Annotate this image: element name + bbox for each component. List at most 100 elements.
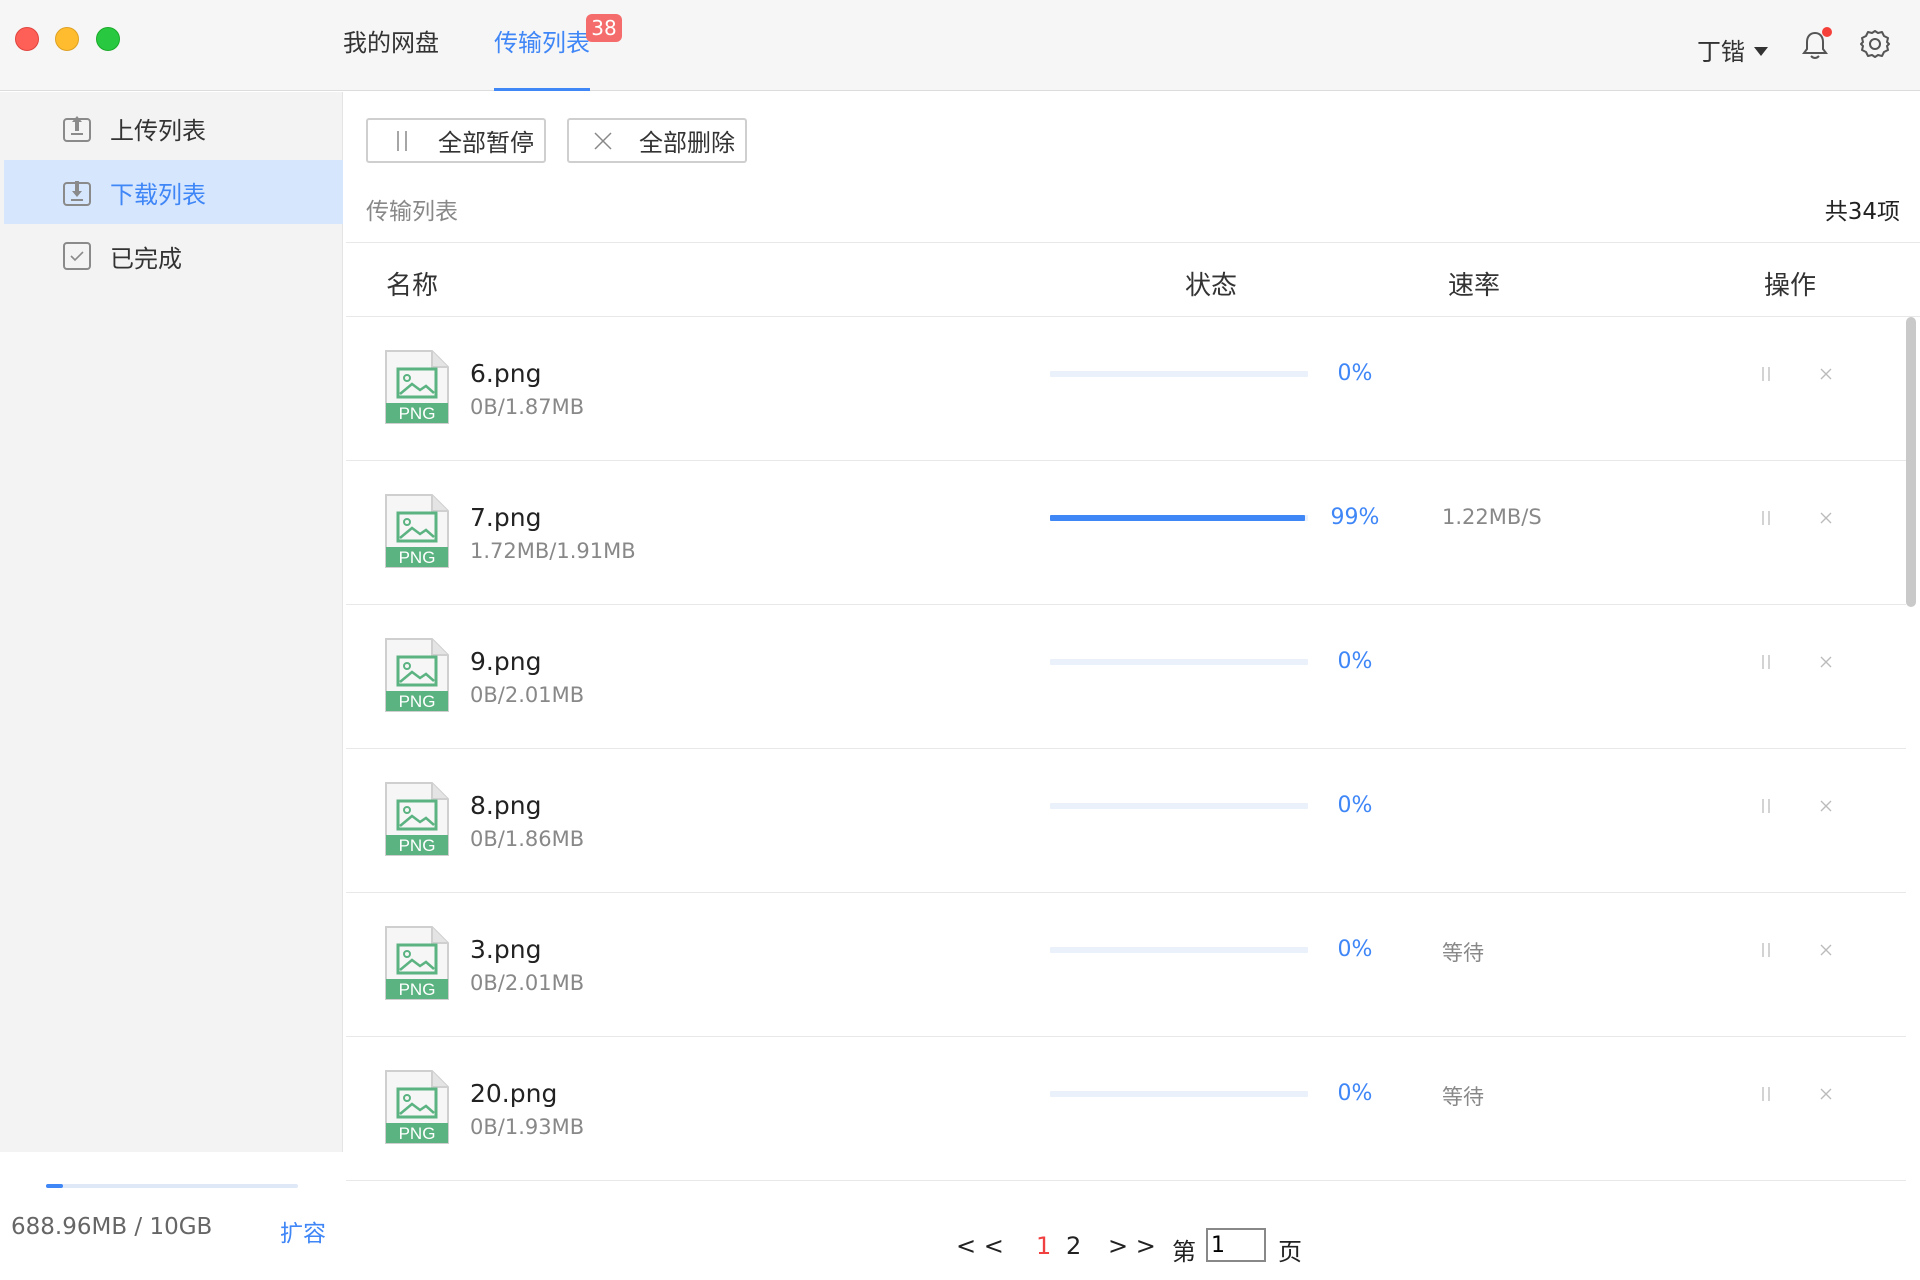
table-row[interactable]: PNG 8.png 0B/1.86MB 0% — [346, 749, 1906, 893]
storage-usage-text: 688.96MB / 10GB — [11, 1214, 213, 1240]
sidebar-item-upload[interactable]: 上传列表 — [4, 96, 343, 160]
next-page-button[interactable]: > > — [1108, 1232, 1156, 1260]
transfer-rate: 等待 — [1442, 941, 1484, 965]
caret-down-icon — [1754, 47, 1768, 56]
expand-storage-link[interactable]: 扩容 — [280, 1214, 326, 1248]
transfer-list: PNG 6.png 0B/1.87MB 0% PNG 7.png 1.72MB/1.91MB… — [346, 317, 1906, 1212]
sidebar-item-label: 已完成 — [110, 244, 182, 273]
png-file-icon: PNG — [385, 926, 449, 1000]
user-name: 丁锴 — [1697, 38, 1745, 66]
column-rate-header: 速率 — [1448, 271, 1501, 301]
file-name: 3.png — [470, 935, 542, 964]
close-icon[interactable] — [1818, 941, 1834, 959]
delete-all-button[interactable]: 全部删除 — [567, 118, 747, 163]
pause-icon[interactable] — [1758, 653, 1774, 671]
minimize-window-button[interactable] — [55, 27, 79, 51]
table-row[interactable]: PNG — [346, 1181, 1906, 1212]
list-title: 传输列表 — [366, 199, 458, 225]
file-size: 0B/2.01MB — [470, 971, 585, 995]
close-icon[interactable] — [1818, 653, 1834, 671]
sidebar: 上传列表 下载列表 已完成 688.96MB / 10GB 扩容 — [0, 92, 343, 1280]
progress-percent: 0% — [1337, 793, 1373, 818]
top-nav: 我的网盘 传输列表 38 — [343, 0, 645, 91]
pause-icon[interactable] — [1758, 941, 1774, 959]
file-name: 20.png — [470, 1079, 558, 1108]
table-row[interactable]: PNG 3.png 0B/2.01MB 0% 等待 — [346, 893, 1906, 1037]
sidebar-list: 上传列表 下载列表 已完成 — [4, 96, 343, 288]
file-size: 0B/1.93MB — [470, 1115, 585, 1139]
pause-all-button[interactable]: 全部暂停 — [366, 118, 546, 163]
pause-icon[interactable] — [1758, 797, 1774, 815]
check-icon — [63, 242, 91, 270]
close-icon[interactable] — [1818, 365, 1834, 383]
table-row[interactable]: PNG 6.png 0B/1.87MB 0% — [346, 317, 1906, 461]
file-name: 7.png — [470, 503, 542, 532]
png-file-icon: PNG — [385, 1070, 449, 1144]
prev-page-button[interactable]: < < — [956, 1232, 1004, 1260]
pause-all-label: 全部暂停 — [438, 129, 534, 157]
transfer-rate: 1.22MB/S — [1442, 505, 1542, 529]
file-size: 0B/1.87MB — [470, 395, 585, 419]
progress-bar — [1050, 803, 1308, 809]
table-row[interactable]: PNG 7.png 1.72MB/1.91MB 99% 1.22MB/S — [346, 461, 1906, 605]
close-icon[interactable] — [1818, 509, 1834, 527]
sidebar-item-completed[interactable]: 已完成 — [4, 224, 343, 288]
storage-panel: 688.96MB / 10GB 扩容 — [0, 1152, 343, 1280]
tab-transfer-list-label: 传输列表 — [494, 29, 590, 57]
progress-bar — [1050, 515, 1308, 521]
file-type-label: PNG — [399, 980, 436, 999]
download-icon — [63, 181, 91, 206]
page-number-input[interactable] — [1206, 1228, 1266, 1262]
progress-percent: 0% — [1337, 361, 1373, 386]
column-name-header: 名称 — [386, 271, 439, 301]
page-1-link[interactable]: 1 — [1036, 1232, 1051, 1260]
pagination: < < 1 2 > > 第 页 — [344, 1212, 1920, 1280]
title-bar: 我的网盘 传输列表 38 丁锴 — [0, 0, 1920, 91]
tab-my-drive-label: 我的网盘 — [343, 29, 439, 57]
sidebar-item-download[interactable]: 下载列表 — [4, 160, 343, 224]
progress-bar — [1050, 371, 1308, 377]
user-menu[interactable]: 丁锴 — [1697, 32, 1768, 67]
file-type-label: PNG — [399, 692, 436, 711]
file-type-label: PNG — [399, 1124, 436, 1143]
close-icon[interactable] — [1818, 1085, 1834, 1103]
file-size: 0B/1.86MB — [470, 827, 585, 851]
file-name: 8.png — [470, 791, 542, 820]
column-action-header: 操作 — [1764, 271, 1817, 301]
png-file-icon: PNG — [385, 782, 449, 856]
progress-bar — [1050, 1091, 1308, 1097]
pause-icon — [397, 130, 407, 151]
tab-my-drive[interactable]: 我的网盘 — [343, 0, 439, 91]
close-window-button[interactable] — [15, 27, 39, 51]
table-row[interactable]: PNG 9.png 0B/2.01MB 0% — [346, 605, 1906, 749]
storage-bar — [46, 1184, 298, 1188]
storage-bar-fill — [46, 1184, 63, 1188]
progress-percent: 0% — [1337, 937, 1373, 962]
progress-bar-fill — [1050, 515, 1306, 521]
pause-icon[interactable] — [1758, 509, 1774, 527]
column-status-header: 状态 — [1185, 271, 1238, 301]
notification-dot — [1822, 27, 1832, 37]
pause-icon[interactable] — [1758, 365, 1774, 383]
file-name: 6.png — [470, 359, 542, 388]
pause-icon[interactable] — [1758, 1085, 1774, 1103]
tab-transfer-list[interactable]: 传输列表 38 — [494, 0, 622, 91]
page-suffix-label: 页 — [1278, 1238, 1302, 1266]
sidebar-item-label: 上传列表 — [110, 116, 206, 145]
table-row[interactable]: PNG 20.png 0B/1.93MB 0% 等待 — [346, 1037, 1906, 1181]
file-type-label: PNG — [399, 548, 436, 567]
gear-icon[interactable] — [1860, 29, 1890, 59]
file-name: 9.png — [470, 647, 542, 676]
maximize-window-button[interactable] — [96, 27, 120, 51]
sidebar-item-label: 下载列表 — [110, 180, 206, 209]
png-file-icon: PNG — [385, 494, 449, 568]
page-2-link[interactable]: 2 — [1066, 1232, 1081, 1260]
file-size: 1.72MB/1.91MB — [470, 539, 636, 563]
progress-bar — [1050, 659, 1308, 665]
file-size: 0B/2.01MB — [470, 683, 585, 707]
scrollbar[interactable] — [1906, 317, 1916, 607]
page-prefix-label: 第 — [1172, 1238, 1196, 1266]
png-file-icon: PNG — [385, 638, 449, 712]
close-icon[interactable] — [1818, 797, 1834, 815]
main-panel: 全部暂停 全部删除 传输列表 共34项 名称 状态 速率 操作 PNG 6.png… — [344, 92, 1920, 1280]
